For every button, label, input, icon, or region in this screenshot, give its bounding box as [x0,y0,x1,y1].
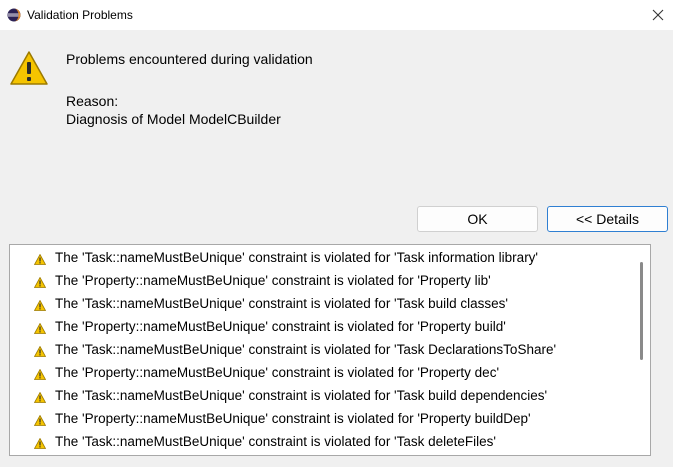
list-item[interactable]: The 'Task::nameMustBeUnique' constraint … [33,246,644,269]
list-item-text: The 'Property::nameMustBeUnique' constra… [55,410,531,426]
reason-label: Reason: [66,93,119,109]
list-item-text: The 'Property::nameMustBeUnique' constra… [55,364,500,380]
eclipse-icon [7,8,21,22]
scrollbar-thumb[interactable] [640,262,643,360]
warning-small-icon [33,298,47,311]
warning-small-icon [33,367,47,380]
ok-button[interactable]: OK [417,206,538,232]
close-icon [652,9,664,21]
list-item-text: The 'Property::nameMustBeUnique' constra… [55,318,506,334]
list-item-text: The 'Task::nameMustBeUnique' constraint … [55,295,509,311]
window-title: Validation Problems [27,8,133,22]
warning-small-icon [33,252,47,265]
list-item[interactable]: The 'Task::nameMustBeUnique' constraint … [33,338,644,361]
list-item[interactable]: The 'Property::nameMustBeUnique' constra… [33,315,644,338]
vertical-scrollbar[interactable] [634,245,650,455]
list-item[interactable]: The 'Task::nameMustBeUnique' constraint … [33,384,644,407]
warning-small-icon [33,390,47,403]
warning-small-icon [33,321,47,334]
reason-text: Diagnosis of Model ModelCBuilder [66,111,281,127]
list-item[interactable]: The 'Property::nameMustBeUnique' constra… [33,269,644,292]
title-bar: Validation Problems [0,0,673,30]
details-button[interactable]: << Details [547,206,668,232]
list-item-text: The 'Task::nameMustBeUnique' constraint … [55,433,497,449]
list-item[interactable]: The 'Task::nameMustBeUnique' constraint … [33,430,644,453]
list-item[interactable]: The 'Property::nameMustBeUnique' constra… [33,407,644,430]
list-item-text: The 'Task::nameMustBeUnique' constraint … [55,387,548,403]
list-item[interactable]: The 'Task::nameMustBeUnique' constraint … [33,292,644,315]
warning-small-icon [33,344,47,357]
warning-small-icon [33,436,47,449]
warning-small-icon [33,275,47,288]
list-item-text: The 'Task::nameMustBeUnique' constraint … [55,341,557,357]
list-item-text: The 'Property::nameMustBeUnique' constra… [55,272,491,288]
problem-list[interactable]: The 'Task::nameMustBeUnique' constraint … [9,244,651,456]
close-button[interactable] [643,0,673,30]
list-item-text: The 'Task::nameMustBeUnique' constraint … [55,249,539,265]
warning-small-icon [33,413,47,426]
dialog-message: Problems encountered during validation [66,51,313,67]
list-item[interactable]: The 'Property::nameMustBeUnique' constra… [33,361,644,384]
warning-icon [9,49,49,87]
